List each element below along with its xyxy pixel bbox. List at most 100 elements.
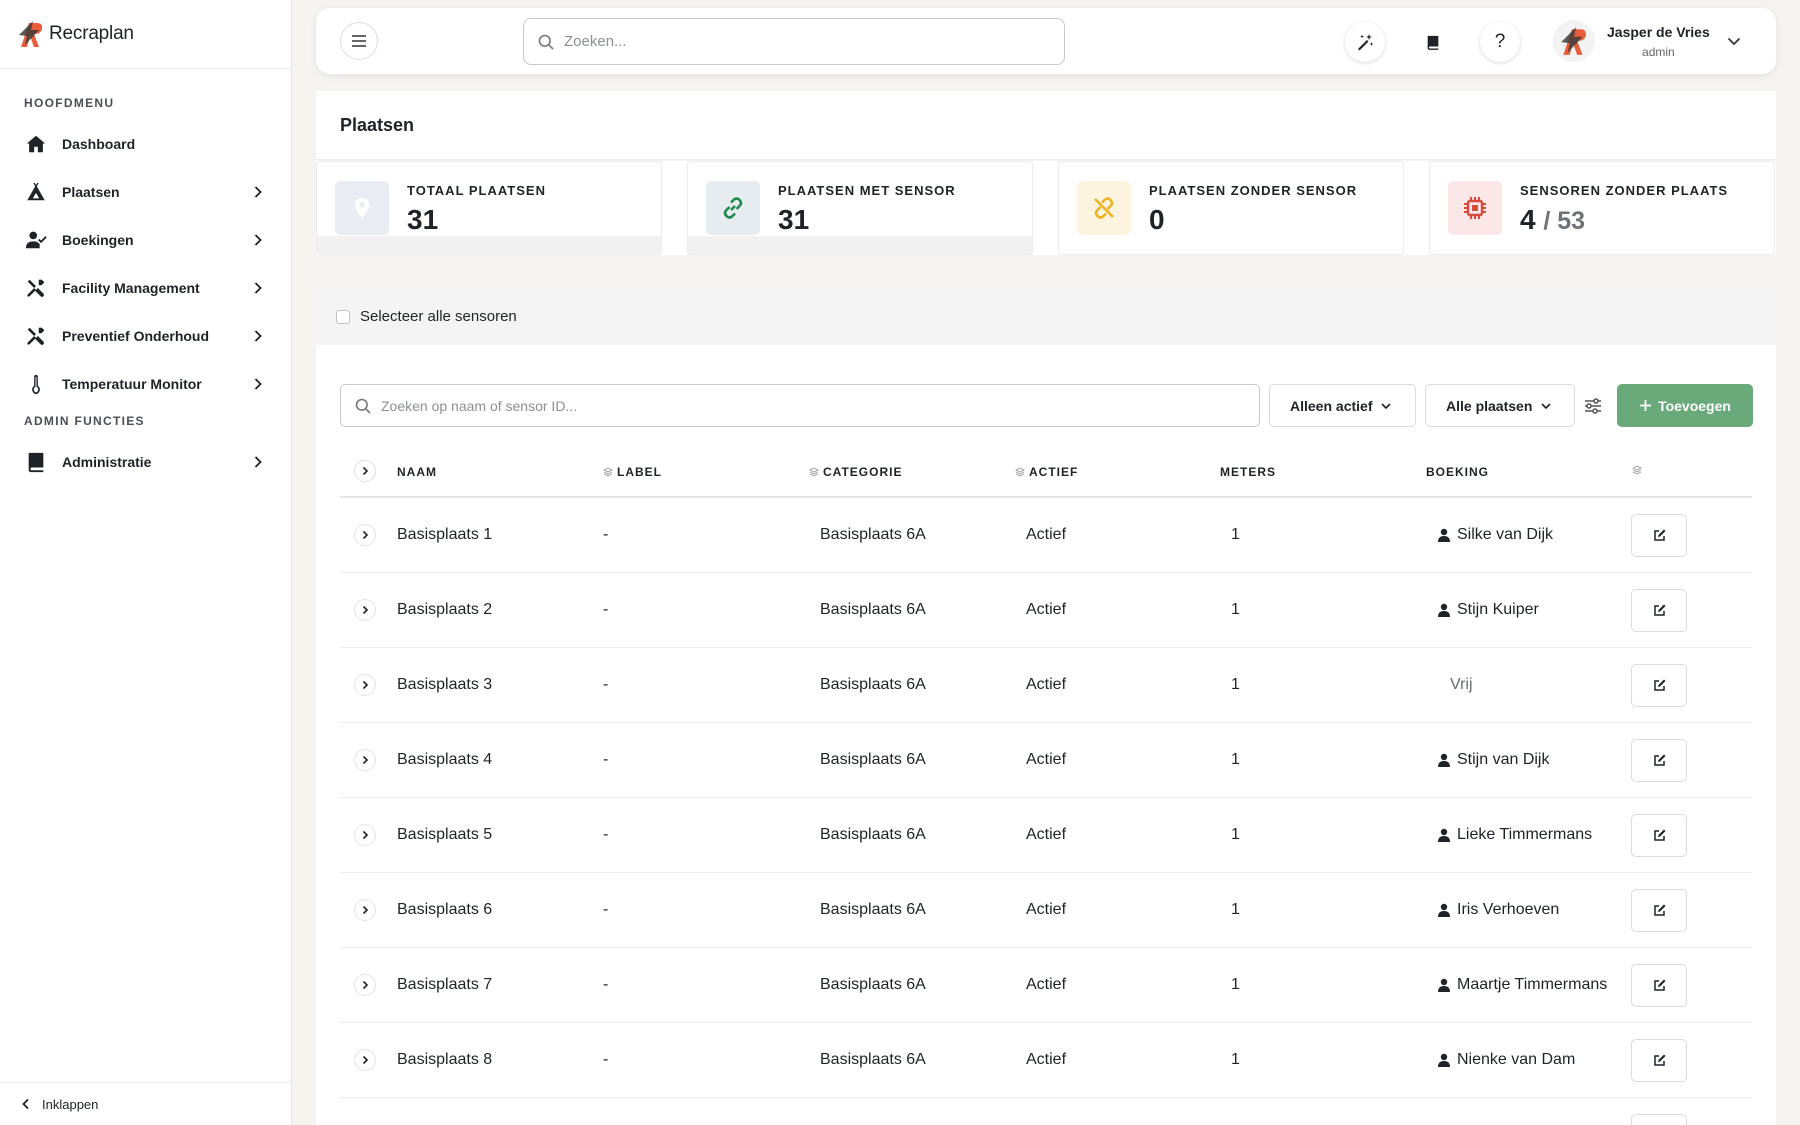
cell-boeking[interactable]: Nienke van Dam [1438, 1051, 1575, 1069]
edit-button[interactable] [1631, 814, 1687, 857]
cell-boeking[interactable]: Iris Verhoeven [1438, 901, 1559, 919]
cell-boeking[interactable]: Silke van Dijk [1438, 526, 1553, 544]
sidebar-item-facility-management[interactable]: Facility Management [0, 264, 291, 312]
chevron-right-icon [362, 830, 369, 840]
edit-button[interactable] [1631, 664, 1687, 707]
edit-icon [1653, 754, 1665, 766]
place-filter-dropdown[interactable]: Alle plaatsen [1425, 384, 1575, 427]
user-menu[interactable]: Jasper de Vries admin [1553, 19, 1742, 63]
notes-button[interactable] [1413, 22, 1453, 62]
sidebar-item-dashboard[interactable]: Dashboard [0, 120, 291, 168]
table-row: Basisplaats 2 - Basisplaats 6A Actief 1 … [340, 573, 1752, 648]
table-search[interactable] [340, 384, 1260, 427]
row-expand-button[interactable] [354, 749, 376, 771]
edit-button[interactable] [1631, 589, 1687, 632]
cell-boeking[interactable]: Stijn Kuiper [1438, 601, 1539, 619]
cell-meters: 1 [1231, 526, 1240, 543]
cell-meters: 1 [1231, 601, 1240, 618]
column-header-meters[interactable]: METERS [1220, 465, 1276, 479]
chevron-left-icon [22, 1098, 29, 1110]
row-expand-button[interactable] [354, 974, 376, 996]
stat-value: 4 / 53 [1520, 204, 1585, 236]
sidebar-item-temperatuur-monitor[interactable]: Temperatuur Monitor [0, 360, 291, 408]
cell-boeking[interactable]: Stijn van Dijk [1438, 751, 1549, 769]
chevron-right-icon [362, 605, 369, 615]
stat-value: 0 [1149, 204, 1165, 235]
edit-icon [1653, 1054, 1665, 1066]
table-row: Basisplaats 6 - Basisplaats 6A Actief 1 … [340, 873, 1752, 948]
cell-label: - [603, 976, 609, 993]
sidebar-item-label: Boekingen [62, 232, 134, 248]
row-expand-button[interactable] [354, 674, 376, 696]
sidebar-item-administratie[interactable]: Administratie [0, 438, 291, 486]
cell-actief: Actief [1026, 601, 1067, 618]
admin-nav: Administratie [0, 438, 291, 486]
main-nav: Dashboard Plaatsen Boekingen Facility Ma… [0, 120, 291, 408]
magic-wand-button[interactable] [1345, 22, 1385, 62]
chevron-right-icon [362, 980, 369, 990]
chevron-right-icon [362, 530, 369, 540]
booker-name: Maartje Timmermans [1457, 976, 1608, 993]
chevron-right-icon [254, 282, 262, 294]
column-header-naam[interactable]: NAAM [397, 465, 437, 479]
home-icon [24, 132, 48, 156]
edit-button[interactable] [1631, 739, 1687, 782]
edit-icon [1653, 904, 1665, 916]
row-expand-button[interactable] [354, 1049, 376, 1071]
sidebar-item-boekingen[interactable]: Boekingen [0, 216, 291, 264]
column-header-actief[interactable]: ACTIEF [1015, 465, 1078, 479]
sliders-icon[interactable] [1582, 395, 1604, 417]
row-expand-button[interactable] [354, 524, 376, 546]
cell-naam: Basisplaats 3 [397, 676, 493, 693]
sidebar-item-label: Plaatsen [62, 184, 120, 200]
row-expand-button[interactable] [354, 824, 376, 846]
stack-icon [1015, 467, 1025, 477]
table-row: Basisplaats 1 - Basisplaats 6A Actief 1 … [340, 498, 1752, 573]
booker-name: Iris Verhoeven [1457, 901, 1560, 918]
add-button[interactable]: Toevoegen [1617, 384, 1753, 427]
cell-naam: Basisplaats 1 [397, 526, 493, 543]
chevron-down-icon [1727, 37, 1740, 46]
cell-actief: Actief [1026, 1051, 1067, 1068]
user-check-icon [24, 228, 48, 252]
global-search[interactable] [523, 18, 1065, 65]
edit-button[interactable] [1631, 1039, 1687, 1082]
collapse-sidebar-button[interactable]: Inklappen [0, 1082, 291, 1125]
select-all-label: Selecteer alle sensoren [360, 308, 517, 325]
sidebar-item-preventief-onderhoud[interactable]: Preventief Onderhoud [0, 312, 291, 360]
cell-boeking[interactable]: Lieke Timmermans [1438, 826, 1592, 844]
menu-toggle-button[interactable] [340, 22, 378, 60]
column-header-categorie[interactable]: CATEGORIE [809, 465, 902, 479]
edit-icon [1653, 604, 1665, 616]
cell-actief: Actief [1026, 826, 1067, 843]
page-title: Plaatsen [340, 115, 415, 135]
stat-card-plaatsen-zonder-sensor: PLAATSEN ZONDER SENSOR 0 [1058, 161, 1404, 255]
topbar: ? Jasper de Vries admin [316, 8, 1776, 74]
edit-button[interactable] [1631, 1114, 1687, 1125]
stat-label: SENSOREN ZONDER PLAATS [1520, 183, 1729, 198]
edit-button[interactable] [1631, 889, 1687, 932]
column-header-boeking[interactable]: BOEKING [1426, 465, 1489, 479]
global-search-input[interactable] [564, 33, 1044, 50]
chevron-right-icon [362, 755, 369, 765]
brand[interactable]: Recraplan [0, 0, 291, 69]
active-filter-dropdown[interactable]: Alleen actief [1269, 384, 1416, 427]
column-header-actions[interactable] [1632, 465, 1642, 475]
expand-all-button[interactable] [354, 460, 376, 482]
select-all-checkbox[interactable] [336, 309, 350, 324]
cell-meters: 1 [1231, 1051, 1240, 1068]
table-search-input[interactable] [381, 397, 1241, 414]
select-all-row[interactable]: Selecteer alle sensoren [316, 289, 1776, 344]
cell-meters: 1 [1231, 676, 1240, 693]
cell-categorie: Basisplaats 6A [820, 826, 926, 843]
column-header-label[interactable]: LABEL [603, 465, 662, 479]
sidebar-item-plaatsen[interactable]: Plaatsen [0, 168, 291, 216]
book-icon [24, 450, 48, 474]
row-expand-button[interactable] [354, 599, 376, 621]
cell-boeking[interactable]: Maartje Timmermans [1438, 976, 1607, 994]
edit-button[interactable] [1631, 964, 1687, 1007]
row-expand-button[interactable] [354, 899, 376, 921]
edit-button[interactable] [1631, 514, 1687, 557]
stack-icon [603, 467, 613, 477]
help-button[interactable]: ? [1480, 22, 1520, 62]
